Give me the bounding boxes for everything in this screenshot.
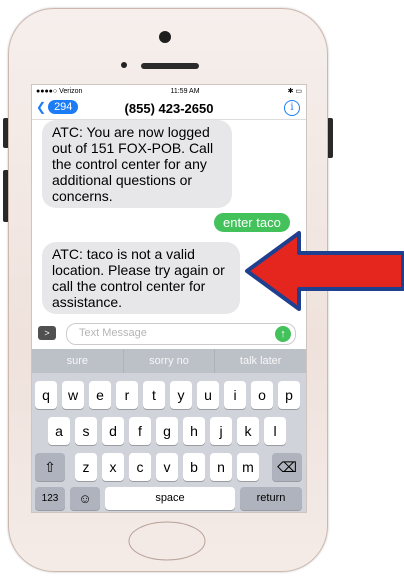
key-m[interactable]: m: [237, 453, 259, 481]
home-button[interactable]: [127, 521, 207, 561]
numbers-key[interactable]: 123: [35, 487, 65, 510]
space-key[interactable]: space: [105, 487, 235, 510]
message-input[interactable]: Text Message ↑: [66, 323, 296, 345]
key-w[interactable]: w: [62, 381, 84, 409]
sensor-dot: [121, 62, 127, 68]
key-x[interactable]: x: [102, 453, 124, 481]
red-pointer-arrow-icon: [245, 231, 404, 311]
key-i[interactable]: i: [224, 381, 246, 409]
quicktype-bar: sure sorry no talk later: [32, 349, 306, 373]
suggestion-sure[interactable]: sure: [32, 349, 124, 373]
key-c[interactable]: c: [129, 453, 151, 481]
key-z[interactable]: z: [75, 453, 97, 481]
conversation-header: ❮ 294 (855) 423-2650 i: [32, 97, 306, 120]
key-q[interactable]: q: [35, 381, 57, 409]
key-p[interactable]: p: [278, 381, 300, 409]
key-a[interactable]: a: [48, 417, 70, 445]
key-u[interactable]: u: [197, 381, 219, 409]
key-d[interactable]: d: [102, 417, 124, 445]
message-bubble-incoming: ATC: taco is not a valid location. Pleas…: [42, 242, 240, 314]
compose-bar: > Text Message ↑: [32, 321, 306, 345]
message-placeholder: Text Message: [79, 327, 147, 339]
key-v[interactable]: v: [156, 453, 178, 481]
key-l[interactable]: l: [264, 417, 286, 445]
key-g[interactable]: g: [156, 417, 178, 445]
status-bar: ●●●●○ Verizon 11:59 AM ✱ ▭: [32, 85, 306, 97]
info-icon[interactable]: i: [284, 100, 300, 116]
key-o[interactable]: o: [251, 381, 273, 409]
return-key[interactable]: return: [240, 487, 302, 510]
carrier-signal: ●●●●○ Verizon: [36, 87, 83, 95]
keyboard: q w e r t y u i o p a s d f g h j k l ⇧ …: [32, 373, 306, 512]
message-bubble-incoming: ATC: You are now logged out of 151 FOX-P…: [42, 120, 232, 208]
key-s[interactable]: s: [75, 417, 97, 445]
key-n[interactable]: n: [210, 453, 232, 481]
battery-icon: ✱ ▭: [287, 88, 302, 95]
send-icon[interactable]: ↑: [275, 326, 291, 342]
expand-apps-button[interactable]: >: [38, 326, 56, 340]
suggestion-sorry-no[interactable]: sorry no: [124, 349, 216, 373]
key-f[interactable]: f: [129, 417, 151, 445]
key-y[interactable]: y: [170, 381, 192, 409]
clock: 11:59 AM: [170, 87, 200, 95]
suggestion-talk-later[interactable]: talk later: [215, 349, 306, 373]
earpiece-speaker: [141, 63, 199, 69]
shift-key[interactable]: ⇧: [35, 453, 65, 481]
delete-key[interactable]: ⌫: [272, 453, 302, 481]
front-camera: [159, 31, 171, 43]
key-e[interactable]: e: [89, 381, 111, 409]
key-h[interactable]: h: [183, 417, 205, 445]
key-j[interactable]: j: [210, 417, 232, 445]
key-k[interactable]: k: [237, 417, 259, 445]
message-bubble-outgoing: enter taco: [214, 213, 290, 232]
contact-title: (855) 423-2650: [124, 101, 214, 116]
key-b[interactable]: b: [183, 453, 205, 481]
emoji-key[interactable]: ☺: [70, 487, 100, 510]
key-t[interactable]: t: [143, 381, 165, 409]
key-r[interactable]: r: [116, 381, 138, 409]
